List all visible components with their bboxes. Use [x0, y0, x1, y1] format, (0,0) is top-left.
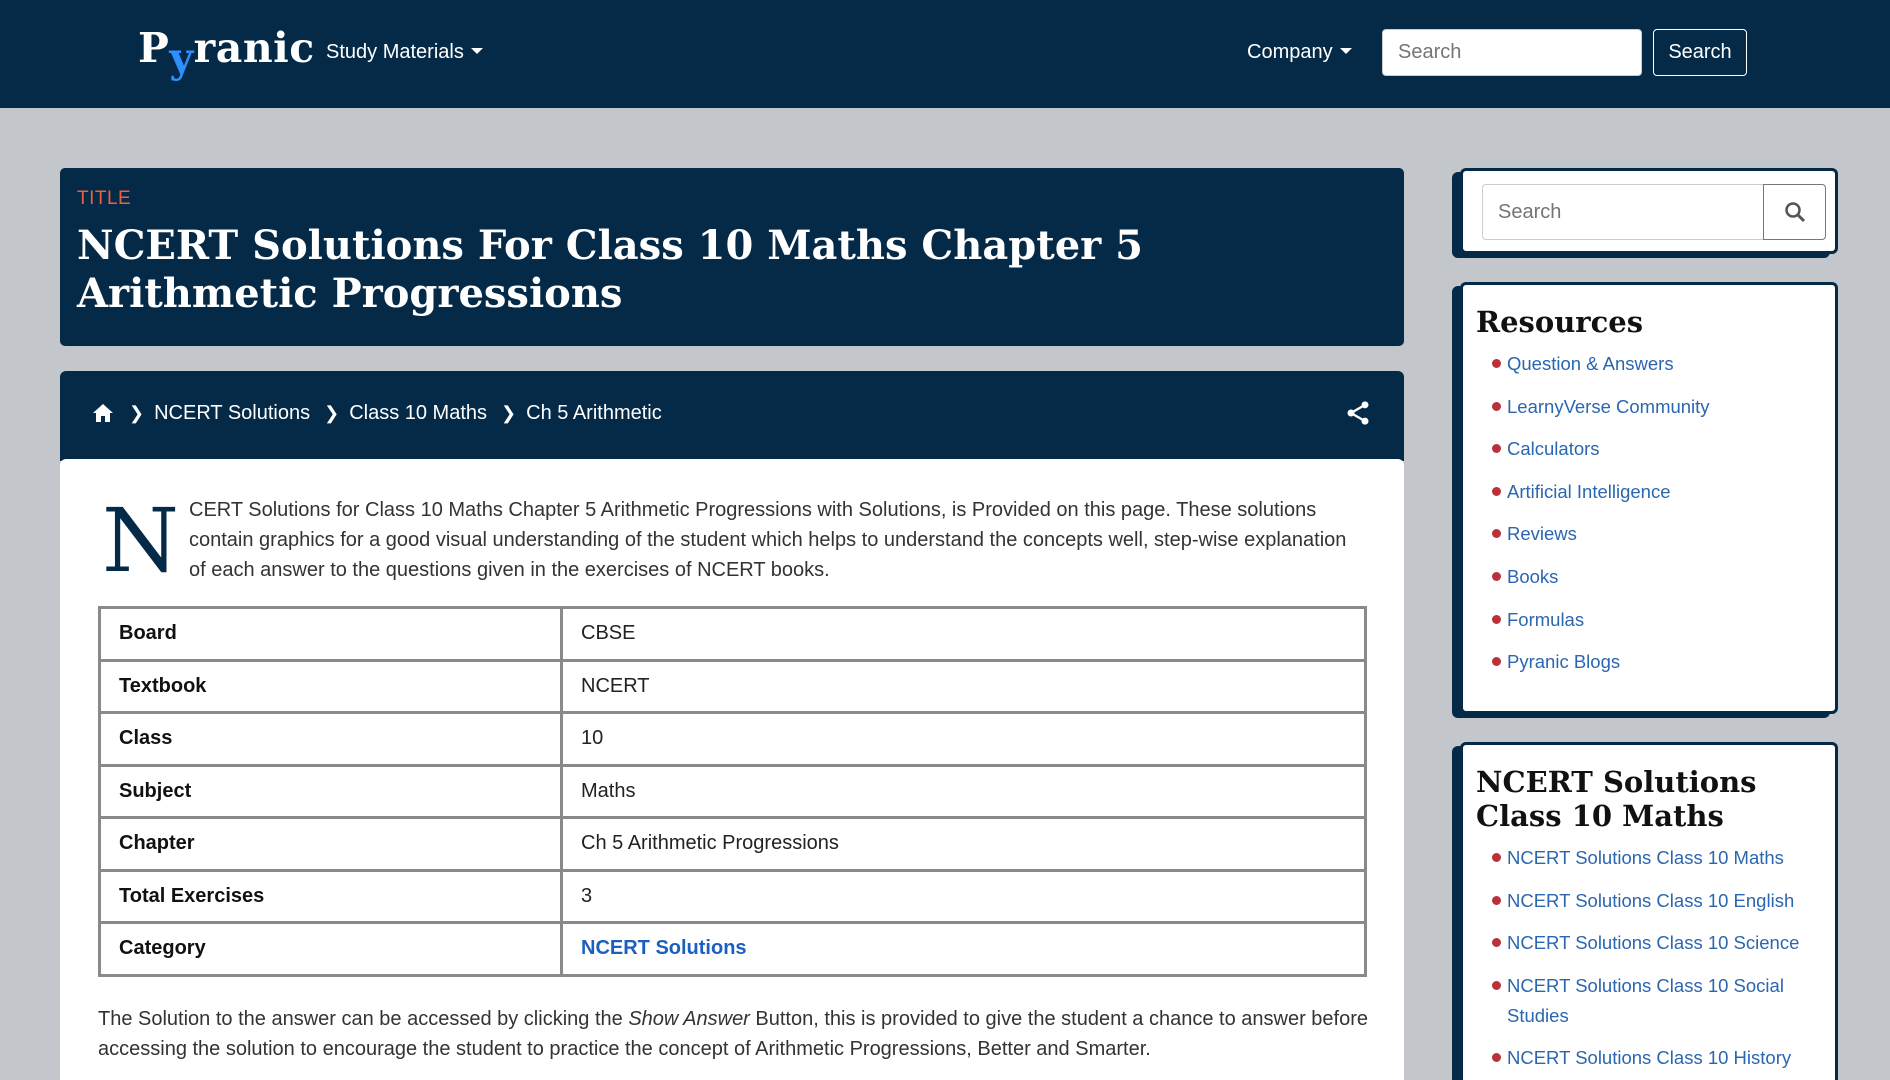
resources-list: Question & Answers LearnyVerse Community…	[1463, 339, 1835, 677]
table-row: Subject Maths	[98, 763, 1367, 819]
resource-link[interactable]: Reviews	[1492, 519, 1835, 549]
table-row: Category NCERT Solutions	[98, 921, 1367, 977]
resource-link[interactable]: Artificial Intelligence	[1492, 477, 1835, 507]
row-value: Ch 5 Arithmetic Progressions	[560, 816, 1367, 872]
dropcap-letter: N	[102, 489, 179, 592]
intro-paragraph: N CERT Solutions for Class 10 Maths Chap…	[98, 495, 1368, 585]
ncert-link[interactable]: NCERT Solutions Class 10 English	[1492, 886, 1823, 916]
row-key: Chapter	[98, 816, 563, 872]
row-key: Category	[98, 921, 563, 977]
chapter-info-table: Board CBSE Textbook NCERT Class 10 Subject M…	[98, 606, 1367, 977]
resource-link[interactable]: LearnyVerse Community	[1492, 392, 1835, 422]
page-title: NCERT Solutions For Class 10 Maths Chapt…	[77, 222, 1143, 317]
ncert-class10-panel: NCERT Solutions Class 10 Maths NCERT Sol…	[1460, 742, 1838, 1080]
row-value: NCERT	[560, 658, 1367, 714]
nav-search-input[interactable]	[1382, 29, 1642, 76]
chevron-right-icon: ❯	[324, 402, 340, 423]
resource-link[interactable]: Formulas	[1492, 605, 1835, 635]
pyranic-logo[interactable]: Pyranic	[138, 24, 315, 82]
ncert-link[interactable]: NCERT Solutions Class 10 Social Studies	[1492, 971, 1823, 1031]
home-icon[interactable]	[91, 401, 115, 425]
row-key: Class	[98, 711, 563, 767]
resource-link[interactable]: Pyranic Blogs	[1492, 647, 1835, 677]
chevron-right-icon: ❯	[129, 402, 145, 423]
top-navbar: Pyranic Study Materials Company Search	[0, 0, 1890, 108]
sidebar-search-button[interactable]	[1763, 184, 1826, 240]
note-text-before: The Solution to the answer can be access…	[98, 1008, 629, 1030]
ncert-link[interactable]: NCERT Solutions Class 10 Science	[1492, 928, 1823, 958]
row-value: NCERT Solutions	[560, 921, 1367, 977]
search-icon	[1784, 202, 1805, 223]
resources-title: Resources	[1476, 305, 1644, 339]
resource-link[interactable]: Question & Answers	[1492, 349, 1835, 379]
note-emphasis: Show Answer	[628, 1008, 750, 1030]
sidebar-search-input[interactable]	[1482, 184, 1764, 240]
sidebar-search-box	[1460, 168, 1838, 254]
study-materials-label: Study Materials	[326, 41, 464, 63]
row-value: CBSE	[560, 606, 1367, 662]
breadcrumb-current: Ch 5 Arithmetic	[526, 401, 662, 424]
breadcrumb-bar: ❯ NCERT Solutions ❯ Class 10 Maths ❯ Ch …	[60, 371, 1404, 461]
intro-text: CERT Solutions for Class 10 Maths Chapte…	[189, 499, 1347, 581]
title-card: TITLE NCERT Solutions For Class 10 Maths…	[60, 168, 1404, 346]
row-value: 10	[560, 711, 1367, 767]
share-icon[interactable]	[1344, 399, 1372, 427]
content-card: N CERT Solutions for Class 10 Maths Chap…	[60, 459, 1404, 1080]
company-dropdown[interactable]: Company	[1247, 41, 1352, 64]
row-key: Textbook	[98, 658, 563, 714]
breadcrumb-class-10-maths[interactable]: Class 10 Maths	[349, 402, 487, 425]
table-row: Total Exercises 3	[98, 868, 1367, 924]
ncert-panel-title: NCERT Solutions Class 10 Maths	[1476, 765, 1757, 833]
table-row: Textbook NCERT	[98, 658, 1367, 714]
ncert-links-list: NCERT Solutions Class 10 Maths NCERT Sol…	[1463, 833, 1835, 1073]
breadcrumb: ❯ NCERT Solutions ❯ Class 10 Maths ❯ Ch …	[91, 401, 662, 425]
row-key: Board	[98, 606, 563, 662]
category-link[interactable]: NCERT Solutions	[581, 937, 747, 959]
resource-link[interactable]: Books	[1492, 562, 1835, 592]
show-answer-note: The Solution to the answer can be access…	[98, 1004, 1378, 1064]
breadcrumb-ncert-solutions[interactable]: NCERT Solutions	[154, 402, 310, 425]
caret-down-icon	[1339, 47, 1352, 54]
nav-search-button[interactable]: Search	[1653, 29, 1747, 76]
ncert-link[interactable]: NCERT Solutions Class 10 Maths	[1492, 843, 1823, 873]
resource-link[interactable]: Calculators	[1492, 434, 1835, 464]
title-label: TITLE	[77, 188, 132, 209]
study-materials-dropdown[interactable]: Study Materials	[326, 41, 483, 64]
caret-down-icon	[470, 47, 483, 54]
row-key: Total Exercises	[98, 868, 563, 924]
resources-panel: Resources Question & Answers LearnyVerse…	[1460, 282, 1838, 714]
ncert-link[interactable]: NCERT Solutions Class 10 History	[1492, 1043, 1823, 1073]
row-value: Maths	[560, 763, 1367, 819]
company-label: Company	[1247, 41, 1333, 63]
table-row: Class 10	[98, 711, 1367, 767]
row-key: Subject	[98, 763, 563, 819]
table-row: Board CBSE	[98, 606, 1367, 662]
chevron-right-icon: ❯	[501, 402, 517, 423]
table-row: Chapter Ch 5 Arithmetic Progressions	[98, 816, 1367, 872]
row-value: 3	[560, 868, 1367, 924]
